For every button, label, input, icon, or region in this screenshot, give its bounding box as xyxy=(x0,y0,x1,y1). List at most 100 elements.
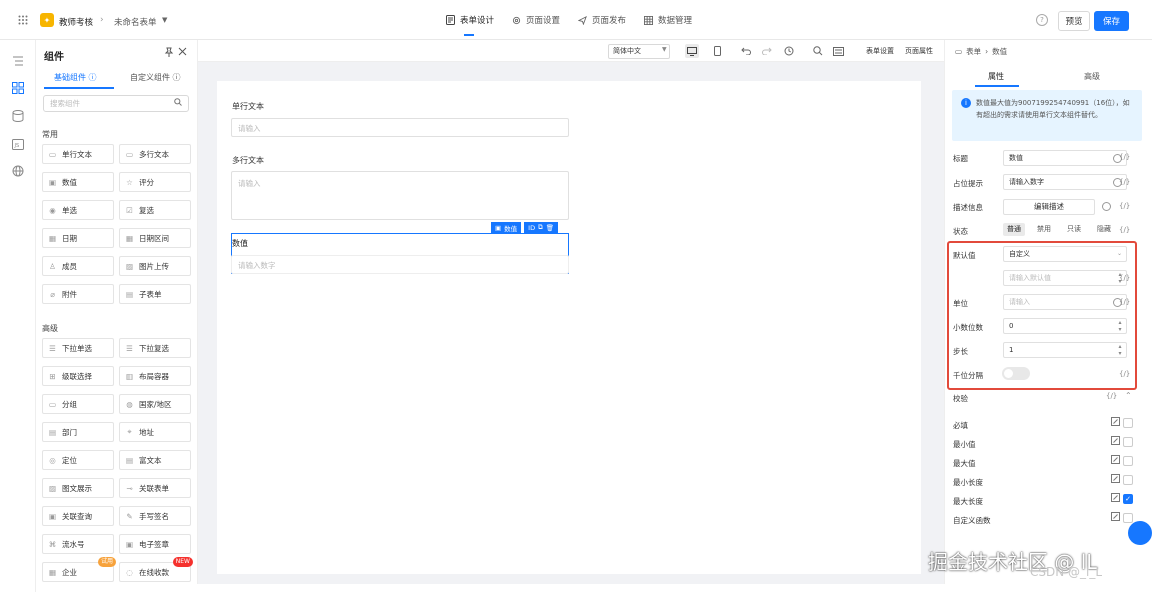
tab-basic-components[interactable]: 基础组件 ⓘ xyxy=(54,72,97,83)
chevron-up-icon[interactable]: ⌃ xyxy=(1125,391,1132,400)
pin-icon[interactable] xyxy=(164,47,174,57)
save-button[interactable]: 保存 xyxy=(1094,11,1129,31)
component-address[interactable]: ⌖ 地址 xyxy=(119,422,191,442)
component-attachment[interactable]: ⌀ 附件 xyxy=(42,284,114,304)
state-normal[interactable]: 普通 xyxy=(1003,223,1025,236)
formula-icon[interactable]: {/} xyxy=(1106,392,1117,400)
component-department[interactable]: ▤ 部门 xyxy=(42,422,114,442)
component-linked-query[interactable]: ▣ 关联查询 xyxy=(42,506,114,526)
component-layout-container[interactable]: ▥ 布局容器 xyxy=(119,366,191,386)
floating-action-button[interactable] xyxy=(1128,521,1152,545)
history-icon[interactable] xyxy=(782,44,796,58)
state-readonly[interactable]: 只读 xyxy=(1063,223,1085,236)
breadcrumb-root[interactable]: 表单 xyxy=(966,46,981,57)
tab-advanced[interactable]: 高级 xyxy=(1084,71,1100,82)
tab-data-management[interactable]: 数据管理 xyxy=(644,0,692,40)
placeholder-input[interactable]: 请输入数字 xyxy=(1003,174,1127,190)
component-dropdown-single[interactable]: ☰ 下拉单选 xyxy=(42,338,114,358)
component-multi-line-text[interactable]: ▭ 多行文本 xyxy=(119,144,191,164)
undo-icon[interactable] xyxy=(739,44,753,58)
mobile-view-icon[interactable] xyxy=(710,44,724,58)
page-attributes-link[interactable]: 页面属性 xyxy=(905,46,933,56)
edit-icon[interactable] xyxy=(1111,512,1120,521)
selected-component-tag[interactable]: ▣ 数值 xyxy=(491,222,522,233)
component-location[interactable]: ◎ 定位 xyxy=(42,450,114,470)
preview-button[interactable]: 预览 xyxy=(1058,11,1090,31)
component-radio[interactable]: ◉ 单选 xyxy=(42,200,114,220)
state-hidden[interactable]: 隐藏 xyxy=(1093,223,1115,236)
help-icon[interactable]: ? xyxy=(1036,14,1048,26)
tab-page-settings[interactable]: 页面设置 xyxy=(512,0,560,40)
component-enterprise[interactable]: ▦ 企业 试用 xyxy=(42,557,116,582)
chevron-down-icon[interactable]: ▼ xyxy=(662,46,667,53)
globe-icon[interactable] xyxy=(1102,202,1111,211)
validation-required: 必填 xyxy=(953,421,968,430)
title-input[interactable]: 数值 xyxy=(1003,150,1127,166)
component-e-seal[interactable]: ▣ 电子签章 xyxy=(119,534,191,554)
component-rich-text[interactable]: ▤ 富文本 xyxy=(119,450,191,470)
required-checkbox[interactable] xyxy=(1123,418,1133,428)
multi-line-text-field[interactable]: 请输入 xyxy=(231,171,569,220)
min-checkbox[interactable] xyxy=(1123,437,1133,447)
min-length-checkbox[interactable] xyxy=(1123,475,1133,485)
active-tab-indicator xyxy=(975,85,1019,87)
form-settings-link[interactable]: 表单设置 xyxy=(866,46,894,56)
search-icon[interactable] xyxy=(174,98,182,106)
single-line-text-field[interactable]: 请输入 xyxy=(231,118,569,137)
component-image-text[interactable]: ▨ 图文展示 xyxy=(42,478,114,498)
state-disabled[interactable]: 禁用 xyxy=(1033,223,1055,236)
edit-icon[interactable] xyxy=(1111,436,1120,445)
redo-icon[interactable] xyxy=(760,44,774,58)
component-linked-form[interactable]: ⊸ 关联表单 xyxy=(119,478,191,498)
custom-function-checkbox[interactable] xyxy=(1123,513,1133,523)
component-image-upload[interactable]: ▨ 图片上传 xyxy=(119,256,191,276)
tab-custom-components[interactable]: 自定义组件 ⓘ xyxy=(130,72,181,83)
zoom-icon[interactable] xyxy=(811,44,825,58)
component-serial-number[interactable]: ⌘ 流水号 xyxy=(42,534,114,554)
desktop-view-icon[interactable] xyxy=(685,44,699,58)
edit-description-button[interactable]: 编辑描述 xyxy=(1003,199,1095,215)
tab-page-publish[interactable]: 页面发布 xyxy=(578,0,626,40)
code-icon[interactable] xyxy=(831,44,845,58)
edit-icon[interactable] xyxy=(1111,417,1120,426)
js-code-icon[interactable]: JS xyxy=(11,137,25,151)
component-signature[interactable]: ✎ 手写签名 xyxy=(119,506,191,526)
component-group[interactable]: ▭ 分组 xyxy=(42,394,114,414)
components-icon[interactable] xyxy=(11,81,25,95)
edit-icon[interactable] xyxy=(1111,455,1120,464)
close-icon[interactable] xyxy=(178,47,187,56)
globe-icon[interactable] xyxy=(11,164,25,178)
component-cascade[interactable]: ⊞ 级联选择 xyxy=(42,366,114,386)
edit-icon[interactable] xyxy=(1111,493,1120,502)
language-select[interactable]: 简体中文 xyxy=(608,44,670,59)
caret-down-icon[interactable]: ▼ xyxy=(162,16,167,24)
database-icon[interactable] xyxy=(11,109,25,123)
formula-icon[interactable]: {/} xyxy=(1119,153,1130,161)
number-field-input[interactable]: 请输入数字 xyxy=(231,255,569,274)
component-date[interactable]: ▦ 日期 xyxy=(42,228,114,248)
component-country-region[interactable]: ◍ 国家/地区 xyxy=(119,394,191,414)
component-dropdown-multi[interactable]: ☰ 下拉复选 xyxy=(119,338,191,358)
component-subform[interactable]: ▤ 子表单 xyxy=(119,284,191,304)
component-search-input[interactable]: 搜索组件 xyxy=(43,95,189,112)
component-id-button[interactable]: ID ⧉ 🗑 xyxy=(524,222,559,233)
formula-icon[interactable]: {/} xyxy=(1119,202,1130,210)
component-rating[interactable]: ☆ 评分 xyxy=(119,172,191,192)
form-name[interactable]: 未命名表单 xyxy=(114,16,157,28)
apps-grid-icon[interactable] xyxy=(18,15,28,25)
formula-icon[interactable]: {/} xyxy=(1119,178,1130,186)
tab-form-design[interactable]: 表单设计 xyxy=(446,0,494,40)
component-date-range[interactable]: ▦ 日期区间 xyxy=(119,228,191,248)
edit-icon[interactable] xyxy=(1111,474,1120,483)
component-member[interactable]: ♙ 成员 xyxy=(42,256,114,276)
component-online-payment[interactable]: ◌ 在线收款 NEW xyxy=(119,557,193,582)
outline-icon[interactable] xyxy=(11,54,25,68)
formula-icon[interactable]: {/} xyxy=(1119,226,1130,234)
tab-attributes[interactable]: 属性 xyxy=(988,71,1004,82)
component-number[interactable]: ▣ 数值 xyxy=(42,172,114,192)
max-checkbox[interactable] xyxy=(1123,456,1133,466)
app-name[interactable]: 教师考核 xyxy=(59,16,93,28)
max-length-checkbox[interactable]: ✓ xyxy=(1123,494,1133,504)
component-single-line-text[interactable]: ▭ 单行文本 xyxy=(42,144,114,164)
component-checkbox[interactable]: ☑ 复选 xyxy=(119,200,191,220)
